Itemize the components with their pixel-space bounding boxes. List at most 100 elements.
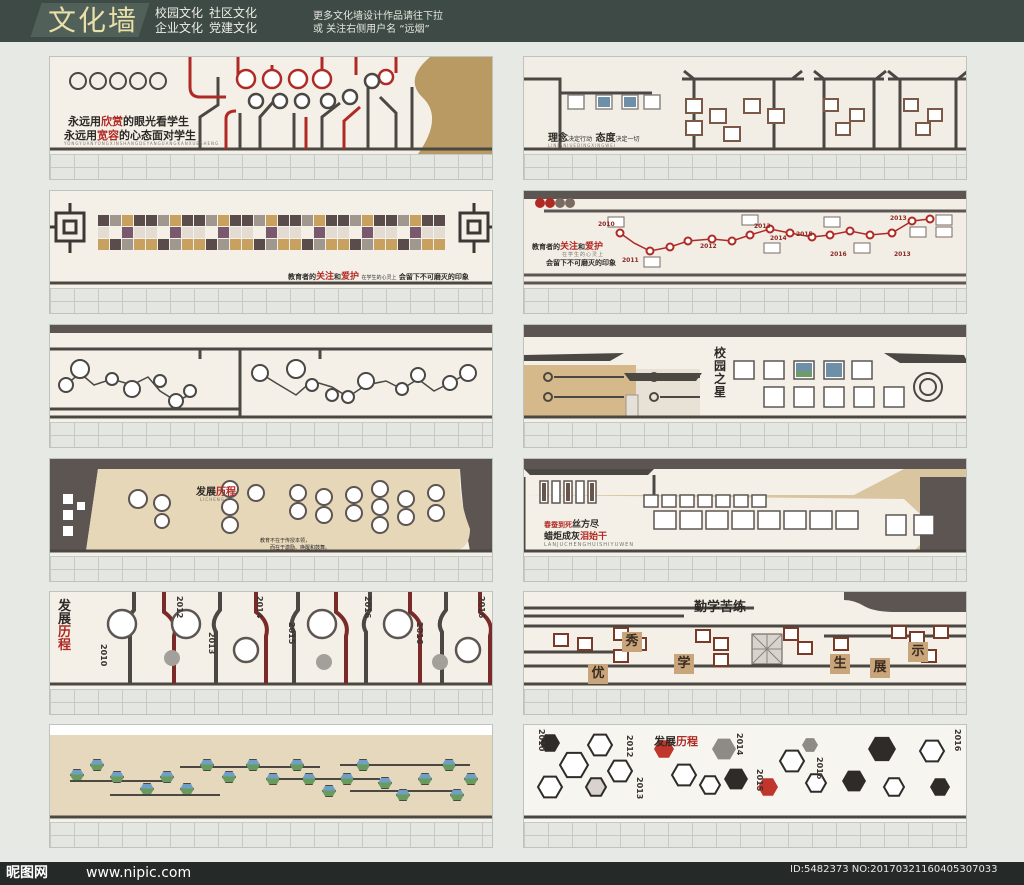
design-panel-11[interactable] bbox=[49, 724, 493, 848]
hexagon-shape bbox=[584, 777, 608, 797]
floor-tiles bbox=[524, 556, 966, 581]
design-panel-12[interactable]: 发展历程 2010 2012 2013 2014 2015 2016 2016 bbox=[523, 724, 967, 848]
checker-cell bbox=[434, 215, 445, 226]
motto-phrase-1: 决定行动 bbox=[568, 136, 593, 143]
hexagon-photo-row bbox=[50, 725, 492, 822]
checker-cell bbox=[302, 215, 313, 226]
checker-cell bbox=[110, 215, 121, 226]
checker-cell bbox=[314, 227, 325, 238]
checker-cell bbox=[242, 227, 253, 238]
design-panel-9[interactable]: 发展历程 2010 2012 2013 2014 2015 2016 2016 … bbox=[49, 591, 493, 715]
checker-cell bbox=[170, 215, 181, 226]
checker-cell bbox=[146, 239, 157, 250]
checker-cell bbox=[266, 239, 277, 250]
checker-cell bbox=[362, 239, 373, 250]
motto-title: 理念决定行动 态度决定一切 bbox=[548, 129, 640, 144]
site-url[interactable]: www.nipic.com bbox=[86, 862, 191, 885]
care-title-part-c: 和 bbox=[578, 242, 586, 251]
category-community[interactable]: 社区文化 bbox=[209, 6, 257, 21]
design-panel-5[interactable] bbox=[49, 324, 493, 448]
wall-surface: 教育者的关注和爱护 在学生的心灵上 会留下不可磨灭的印象 bbox=[50, 191, 492, 288]
education-quote-2: 而在于激励、唤醒和鼓舞。 bbox=[270, 545, 331, 551]
wall-surface: 发展历程 2010 2012 2013 2014 2015 2016 2016 … bbox=[50, 592, 492, 689]
design-panel-6[interactable]: 校园之星 bbox=[523, 324, 967, 448]
checker-cell bbox=[254, 239, 265, 250]
hexagon-photo bbox=[418, 773, 432, 785]
checker-cell bbox=[218, 215, 229, 226]
checker-cell bbox=[194, 227, 205, 238]
category-enterprise[interactable]: 企业文化 bbox=[155, 21, 203, 36]
timeline-year-3: 2012 bbox=[700, 243, 717, 250]
checker-cell bbox=[254, 227, 265, 238]
hexagon-photo bbox=[160, 771, 174, 783]
hexagon-photo bbox=[302, 773, 316, 785]
checker-cell bbox=[338, 227, 349, 238]
image-id: ID:5482373 NO:20170321160405307033 bbox=[790, 864, 998, 875]
hexagon-photo bbox=[442, 759, 456, 771]
vertical-year-3: 2013 bbox=[207, 632, 216, 655]
hexagon-photo bbox=[450, 789, 464, 801]
floor-tiles bbox=[50, 288, 492, 313]
checker-cell bbox=[158, 227, 169, 238]
design-panel-7[interactable]: 发展历程 LICHENG 教育不在于传授本领， 而在于激励、唤醒和鼓舞。 bbox=[49, 458, 493, 582]
floor-tiles bbox=[50, 556, 492, 581]
showcase-char-1: 优 bbox=[588, 664, 608, 684]
hexagon-shape bbox=[536, 775, 564, 799]
checker-cell bbox=[350, 227, 361, 238]
checker-cell bbox=[146, 227, 157, 238]
hexagon-photo bbox=[180, 783, 194, 795]
hex-year-3: 2013 bbox=[635, 777, 644, 800]
wall-surface: 永远用欣赏的眼光看学生 永远用宽容的心态面对学生 YONGYUANYONGXIN… bbox=[50, 57, 492, 154]
panel-5-graphic bbox=[50, 325, 492, 422]
checker-cell bbox=[398, 215, 409, 226]
hexagon-shape bbox=[698, 775, 722, 795]
care-part-a: 教育者的 bbox=[288, 272, 316, 281]
floor-tiles bbox=[524, 288, 966, 313]
study-hard-title: 勤学苦练 bbox=[694, 600, 747, 615]
history-title: 发展历程 bbox=[196, 483, 236, 498]
checker-cell bbox=[254, 215, 265, 226]
timeline-year-2: 2011 bbox=[622, 257, 639, 264]
design-panel-2[interactable]: 理念决定行动 态度决定一切 LINIANJUEDINGXINGWEI bbox=[523, 56, 967, 180]
category-party[interactable]: 党建文化 bbox=[209, 21, 257, 36]
vertical-year-2: 2012 bbox=[175, 596, 184, 619]
checker-cell bbox=[122, 215, 133, 226]
checker-cell bbox=[422, 239, 433, 250]
motto-phrase-2: 决定一切 bbox=[615, 136, 640, 143]
checker-cell bbox=[134, 239, 145, 250]
checker-cell bbox=[434, 227, 445, 238]
checker-cell bbox=[302, 239, 313, 250]
checker-cell bbox=[314, 239, 325, 250]
site-logo[interactable]: 昵图网 bbox=[6, 862, 48, 885]
checker-cell bbox=[374, 239, 385, 250]
design-panel-10[interactable]: 勤学苦练 优 秀 学 生 展 示 bbox=[523, 591, 967, 715]
floor-tiles bbox=[50, 689, 492, 714]
floor-tiles bbox=[524, 689, 966, 714]
design-panel-1[interactable]: 永远用欣赏的眼光看学生 永远用宽容的心态面对学生 YONGYUANYONGXIN… bbox=[49, 56, 493, 180]
design-panel-8[interactable]: 春蚕到死丝方尽 蜡炬成灰泪始干 LANJUCHENGHUISHIYUWEN bbox=[523, 458, 967, 582]
slogan-pinyin: YONGYUANYONGXINSHANGDEYANGUANGKANXUESHEN… bbox=[64, 141, 220, 146]
hex-year-2: 2012 bbox=[625, 735, 634, 758]
promo-line-1: 更多文化墙设计作品请往下拉 bbox=[313, 11, 443, 22]
showcase-char-5: 展 bbox=[870, 658, 890, 678]
design-panel-3[interactable]: 教育者的关注和爱护 在学生的心灵上 会留下不可磨灭的印象 bbox=[49, 190, 493, 314]
care-bottom-line: 会留下不可磨灭的印象 bbox=[546, 258, 616, 267]
wall-surface: 2010 2011 2012 2013 2014 2015 2016 2013 … bbox=[524, 191, 966, 288]
showcase-char-2: 秀 bbox=[622, 632, 642, 652]
care-highlight-1: 关注 bbox=[316, 272, 335, 282]
wall-surface: 发展历程 2010 2012 2013 2014 2015 2016 2016 bbox=[524, 725, 966, 822]
hexagon-photo bbox=[378, 777, 392, 789]
design-panel-4[interactable]: 2010 2011 2012 2013 2014 2015 2016 2013 … bbox=[523, 190, 967, 314]
hexagon-photo bbox=[322, 785, 336, 797]
hexagon-shape bbox=[586, 733, 614, 757]
floor-tiles bbox=[524, 154, 966, 179]
care-subtitle: 在学生的心灵上 bbox=[562, 252, 605, 258]
care-part-c: 和 bbox=[334, 272, 342, 281]
page-title: 文化墙 bbox=[48, 4, 139, 37]
category-campus[interactable]: 校园文化 bbox=[155, 6, 203, 21]
checker-cell bbox=[362, 215, 373, 226]
vertical-year-5: 2015 bbox=[287, 622, 296, 645]
hex-title-char-1: 发 bbox=[654, 735, 665, 748]
wall-surface: 校园之星 bbox=[524, 325, 966, 422]
history-title-hex: 发展历程 bbox=[654, 733, 698, 749]
